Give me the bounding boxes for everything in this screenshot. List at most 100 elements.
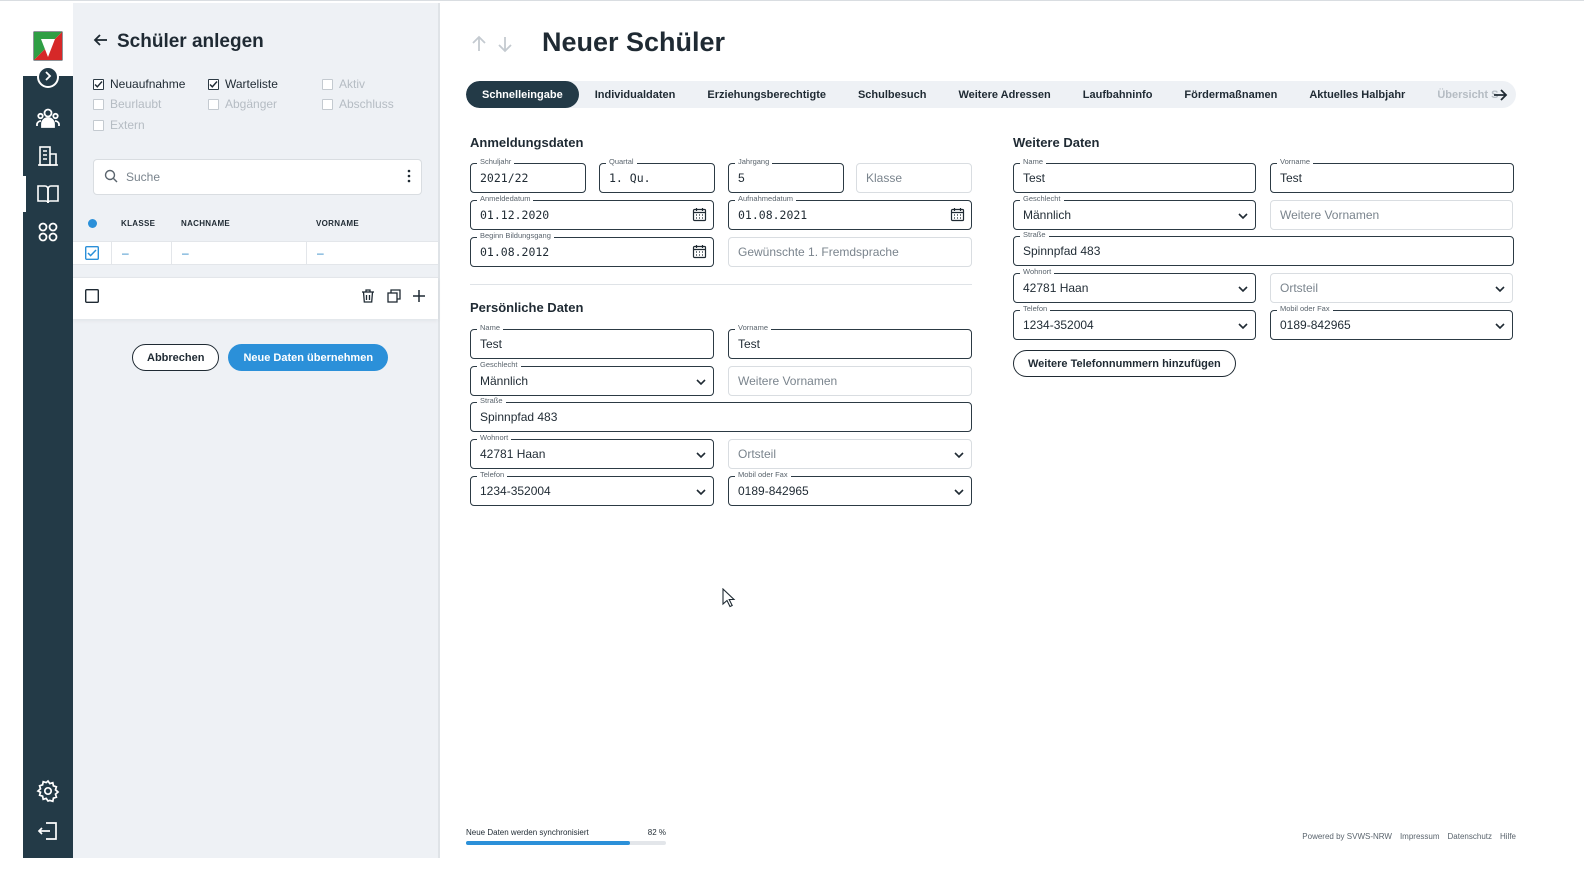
field-value: Männlich [480, 374, 529, 388]
jahrgang-field[interactable]: Jahrgang 5 [728, 157, 844, 193]
select-all-dot[interactable] [73, 218, 111, 228]
tab-foerdermassnamen[interactable]: Fördermaßnamen [1168, 81, 1293, 108]
copy-icon[interactable] [386, 288, 402, 309]
nav-school[interactable] [23, 139, 73, 177]
klasse-field[interactable]: Klasse [856, 163, 972, 193]
tab-schulbesuch[interactable]: Schulbesuch [842, 81, 942, 108]
weitere-mobil-select[interactable]: Mobil oder Fax 0189-842965 [1270, 304, 1513, 340]
field-value: 2021/22 [480, 171, 529, 185]
filter-beurlaubt[interactable]: Beurlaubt [93, 97, 161, 111]
checkbox[interactable] [322, 98, 333, 110]
add-phone-button[interactable]: Weitere Telefonnummern hinzufügen [1013, 350, 1236, 377]
cancel-button[interactable]: Abbrechen [132, 344, 220, 371]
field-label: Anmeldedatum [477, 194, 534, 203]
field-placeholder: Weitere Vornamen [1280, 208, 1380, 222]
filter-abgaenger[interactable]: Abgänger [208, 97, 277, 111]
fremdsprache-field[interactable]: Gewünschte 1. Fremdsprache [728, 237, 972, 267]
checkbox[interactable] [322, 78, 333, 90]
tab-schnelleingabe[interactable]: Schnelleingabe [466, 81, 579, 108]
filter-warteliste[interactable]: Warteliste [208, 77, 278, 91]
field-placeholder: Ortsteil [738, 447, 777, 461]
quartal-field[interactable]: Quartal 1. Qu. [599, 157, 715, 193]
checkbox[interactable] [208, 98, 219, 110]
filter-abschluss[interactable]: Abschluss [322, 97, 394, 111]
schuljahr-field[interactable]: Schuljahr 2021/22 [470, 157, 586, 193]
calendar-icon[interactable] [692, 207, 707, 227]
chevron-down-icon [1494, 282, 1506, 300]
aufnahmedatum-field[interactable]: Aufnahmedatum 01.08.2021 [728, 194, 972, 230]
column-vorname[interactable]: VORNAME [306, 205, 438, 241]
tab-laufbahninfo[interactable]: Laufbahninfo [1067, 81, 1169, 108]
beginn-bildungsgang-field[interactable]: Beginn Bildungsgang 01.08.2012 [470, 231, 714, 267]
checkbox-checked[interactable] [208, 78, 219, 90]
weitere-telefon-select[interactable]: Telefon 1234-352004 [1013, 304, 1256, 340]
column-klasse[interactable]: KLASSE [111, 205, 171, 241]
checkbox[interactable] [93, 98, 104, 110]
search-input[interactable]: Suche [93, 159, 422, 195]
field-label: Aufnahmedatum [735, 194, 797, 203]
arrow-down-icon[interactable] [496, 35, 514, 58]
tab-weitere-adressen[interactable]: Weitere Adressen [942, 81, 1066, 108]
students-table: KLASSE NACHNAME VORNAME – – – [73, 205, 438, 265]
checkbox-checked[interactable] [93, 78, 104, 90]
tab-erziehungsberechtigte[interactable]: Erziehungsberechtigte [691, 81, 842, 108]
back-arrow-icon[interactable] [93, 32, 109, 53]
vorname-field[interactable]: Vorname Test [728, 323, 972, 359]
filter-extern[interactable]: Extern [93, 118, 145, 132]
calendar-icon[interactable] [692, 244, 707, 264]
weitere-geschlecht-select[interactable]: Geschlecht Männlich [1013, 194, 1256, 230]
filter-aktiv[interactable]: Aktiv [322, 77, 365, 91]
weitere-ortsteil-select[interactable]: Ortsteil [1270, 273, 1513, 303]
row-checkbox[interactable] [73, 246, 111, 260]
field-value: 0189-842965 [738, 484, 809, 498]
calendar-icon[interactable] [950, 207, 965, 227]
rail-expand-button[interactable] [37, 66, 59, 88]
more-vertical-icon[interactable] [407, 169, 411, 186]
add-icon[interactable] [412, 289, 426, 308]
filter-label: Extern [110, 118, 145, 132]
arrow-up-icon[interactable] [470, 35, 488, 58]
anmeldedatum-field[interactable]: Anmeldedatum 01.12.2020 [470, 194, 714, 230]
tab-aktuelles-halbjahr[interactable]: Aktuelles Halbjahr [1293, 81, 1421, 108]
weitere-strasse-field[interactable]: Straße Spinnpfad 483 [1013, 230, 1514, 266]
nav-courses[interactable] [23, 177, 73, 215]
cell-vorname: – [306, 242, 438, 264]
nav-students[interactable] [23, 101, 73, 139]
sync-progress-fill [466, 841, 630, 845]
weitere-name-field[interactable]: Name Test [1013, 157, 1256, 193]
strasse-field[interactable]: Straße Spinnpfad 483 [470, 396, 972, 432]
field-label: Name [477, 323, 504, 332]
nav-settings[interactable] [23, 774, 73, 812]
weitere-vorname-field[interactable]: Vorname Test [1270, 157, 1514, 193]
telefon-select[interactable]: Telefon 1234-352004 [470, 470, 714, 506]
ortsteil-select[interactable]: Ortsteil [728, 439, 972, 469]
checkbox[interactable] [93, 119, 104, 131]
table-row[interactable]: – – – [73, 241, 438, 265]
name-field[interactable]: Name Test [470, 323, 714, 359]
footer-checkbox[interactable] [84, 288, 100, 308]
datenschutz-link[interactable]: Datenschutz [1448, 832, 1492, 841]
weitere-weitere-vornamen-field[interactable]: Weitere Vornamen [1270, 200, 1513, 230]
nav-logout[interactable] [23, 814, 73, 852]
trash-icon[interactable] [360, 288, 376, 309]
weitere-wohnort-select[interactable]: Wohnort 42781 Haan [1013, 267, 1256, 303]
geschlecht-select[interactable]: Geschlecht Männlich [470, 360, 714, 396]
list-panel: Schüler anlegen Neuaufnahme Warteliste A… [73, 3, 440, 858]
weitere-vornamen-field[interactable]: Weitere Vornamen [728, 366, 972, 396]
impressum-link[interactable]: Impressum [1400, 832, 1440, 841]
column-nachname[interactable]: NACHNAME [171, 205, 306, 241]
hilfe-link[interactable]: Hilfe [1500, 832, 1516, 841]
submit-button[interactable]: Neue Daten übernehmen [228, 344, 389, 371]
chevron-down-icon [1237, 319, 1249, 337]
tab-individualdaten[interactable]: Individualdaten [579, 81, 692, 108]
filter-neuaufnahme[interactable]: Neuaufnahme [93, 77, 185, 91]
wohnort-select[interactable]: Wohnort 42781 Haan [470, 433, 714, 469]
nav-apps[interactable] [23, 215, 73, 253]
mobil-select[interactable]: Mobil oder Fax 0189-842965 [728, 470, 972, 506]
tabs-next-arrow-icon[interactable] [1492, 87, 1508, 108]
field-placeholder: Gewünschte 1. Fremdsprache [738, 245, 899, 259]
field-value: 1234-352004 [480, 484, 551, 498]
apps-grid-icon [37, 221, 59, 248]
chevron-down-icon [953, 448, 965, 466]
field-value: 1234-352004 [1023, 318, 1094, 332]
